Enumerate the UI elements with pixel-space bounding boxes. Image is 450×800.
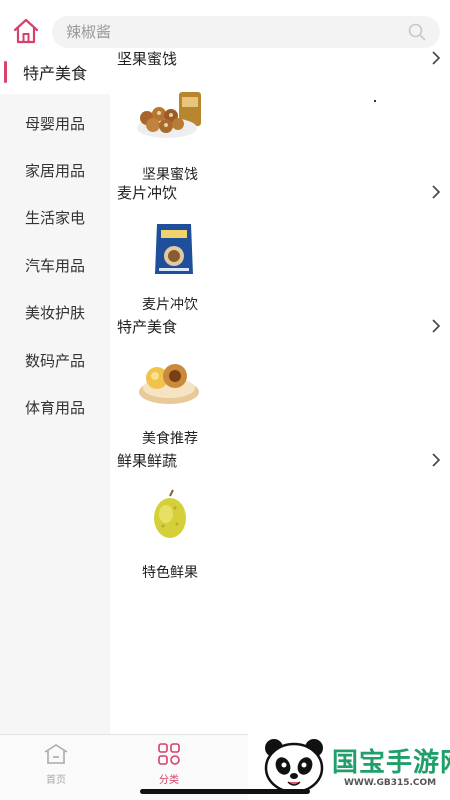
tab-label: 首页 bbox=[46, 775, 66, 786]
tab-label: 分类 bbox=[159, 775, 179, 786]
pastry-product-image bbox=[139, 364, 199, 404]
category-sidebar: 特产美食 母婴用品 家居用品 生活家电 汽车用品 美妆护肤 数码产品 体育用品 bbox=[0, 50, 110, 734]
search-input[interactable] bbox=[66, 16, 386, 48]
sidebar-item-label: 母婴用品 bbox=[24, 114, 85, 133]
subcategory-tile-pastry[interactable]: 美食推荐 bbox=[130, 352, 210, 448]
oatmeal-product-image bbox=[155, 224, 193, 274]
sidebar-item-baby[interactable]: 母婴用品 bbox=[0, 101, 110, 145]
section-header-oatmeal[interactable]: 麦片冲饮 bbox=[117, 180, 442, 204]
tab-home[interactable]: 首页 bbox=[26, 743, 86, 786]
section-title: 麦片冲饮 bbox=[117, 183, 178, 202]
sidebar-item-digital[interactable]: 数码产品 bbox=[0, 338, 110, 382]
category-grid-icon bbox=[158, 743, 180, 765]
search-icon[interactable] bbox=[408, 23, 426, 41]
home-indicator[interactable] bbox=[140, 789, 310, 794]
subcategory-tile-durian[interactable]: 特色鲜果 bbox=[130, 486, 210, 582]
watermark-title: 国宝手游网 bbox=[332, 748, 450, 778]
chevron-right-icon bbox=[432, 185, 441, 199]
sidebar-item-appliances[interactable]: 生活家电 bbox=[0, 195, 110, 239]
chevron-right-icon bbox=[432, 51, 441, 65]
home-icon bbox=[44, 744, 68, 764]
top-bar bbox=[0, 0, 450, 50]
sidebar-item-label: 特产美食 bbox=[22, 64, 87, 83]
chevron-right-icon bbox=[432, 453, 441, 467]
sidebar-item-specialty-food[interactable]: 特产美食 bbox=[0, 50, 110, 94]
sidebar-item-label: 体育用品 bbox=[24, 398, 85, 417]
section-title: 鲜果鲜蔬 bbox=[117, 451, 178, 470]
section-title: 特产美食 bbox=[117, 317, 178, 336]
sidebar-item-beauty[interactable]: 美妆护肤 bbox=[0, 290, 110, 334]
subcategory-tile-oatmeal[interactable]: 麦片冲饮 bbox=[130, 218, 210, 314]
sidebar-item-label: 家居用品 bbox=[24, 161, 85, 180]
sidebar-item-label: 美妆护肤 bbox=[24, 303, 85, 322]
nuts-product-image bbox=[137, 92, 201, 138]
stray-dot bbox=[374, 100, 376, 102]
section-header-nuts[interactable]: 坚果蜜饯 bbox=[117, 46, 442, 70]
sidebar-item-sports[interactable]: 体育用品 bbox=[0, 385, 110, 429]
subcategory-tile-nuts[interactable]: 坚果蜜饯 bbox=[130, 88, 210, 184]
search-bar[interactable] bbox=[52, 16, 440, 48]
section-header-fruits[interactable]: 鲜果鲜蔬 bbox=[117, 448, 442, 472]
sidebar-item-auto[interactable]: 汽车用品 bbox=[0, 243, 110, 287]
section-header-specialty[interactable]: 特产美食 bbox=[117, 314, 442, 338]
sidebar-item-label: 汽车用品 bbox=[24, 256, 85, 275]
home-icon[interactable] bbox=[12, 17, 40, 45]
category-content: 坚果蜜饯 坚果蜜饯 麦片冲饮 麦片冲饮 特产美食 美食推荐 鲜果鲜蔬 特色鲜果 bbox=[110, 50, 450, 734]
tile-label: 特色鲜果 bbox=[142, 565, 198, 581]
chevron-right-icon bbox=[432, 319, 441, 333]
sidebar-item-label: 生活家电 bbox=[24, 208, 85, 227]
sidebar-item-home[interactable]: 家居用品 bbox=[0, 148, 110, 192]
panda-logo-icon bbox=[264, 739, 324, 794]
sidebar-item-label: 数码产品 bbox=[24, 351, 85, 370]
tile-label: 美食推荐 bbox=[142, 431, 198, 447]
tab-category[interactable]: 分类 bbox=[139, 743, 199, 786]
watermark-url: WWW.GB315.COM bbox=[344, 778, 437, 788]
tile-label: 麦片冲饮 bbox=[142, 297, 198, 313]
section-title: 坚果蜜饯 bbox=[117, 49, 178, 68]
durian-product-image bbox=[154, 489, 186, 538]
